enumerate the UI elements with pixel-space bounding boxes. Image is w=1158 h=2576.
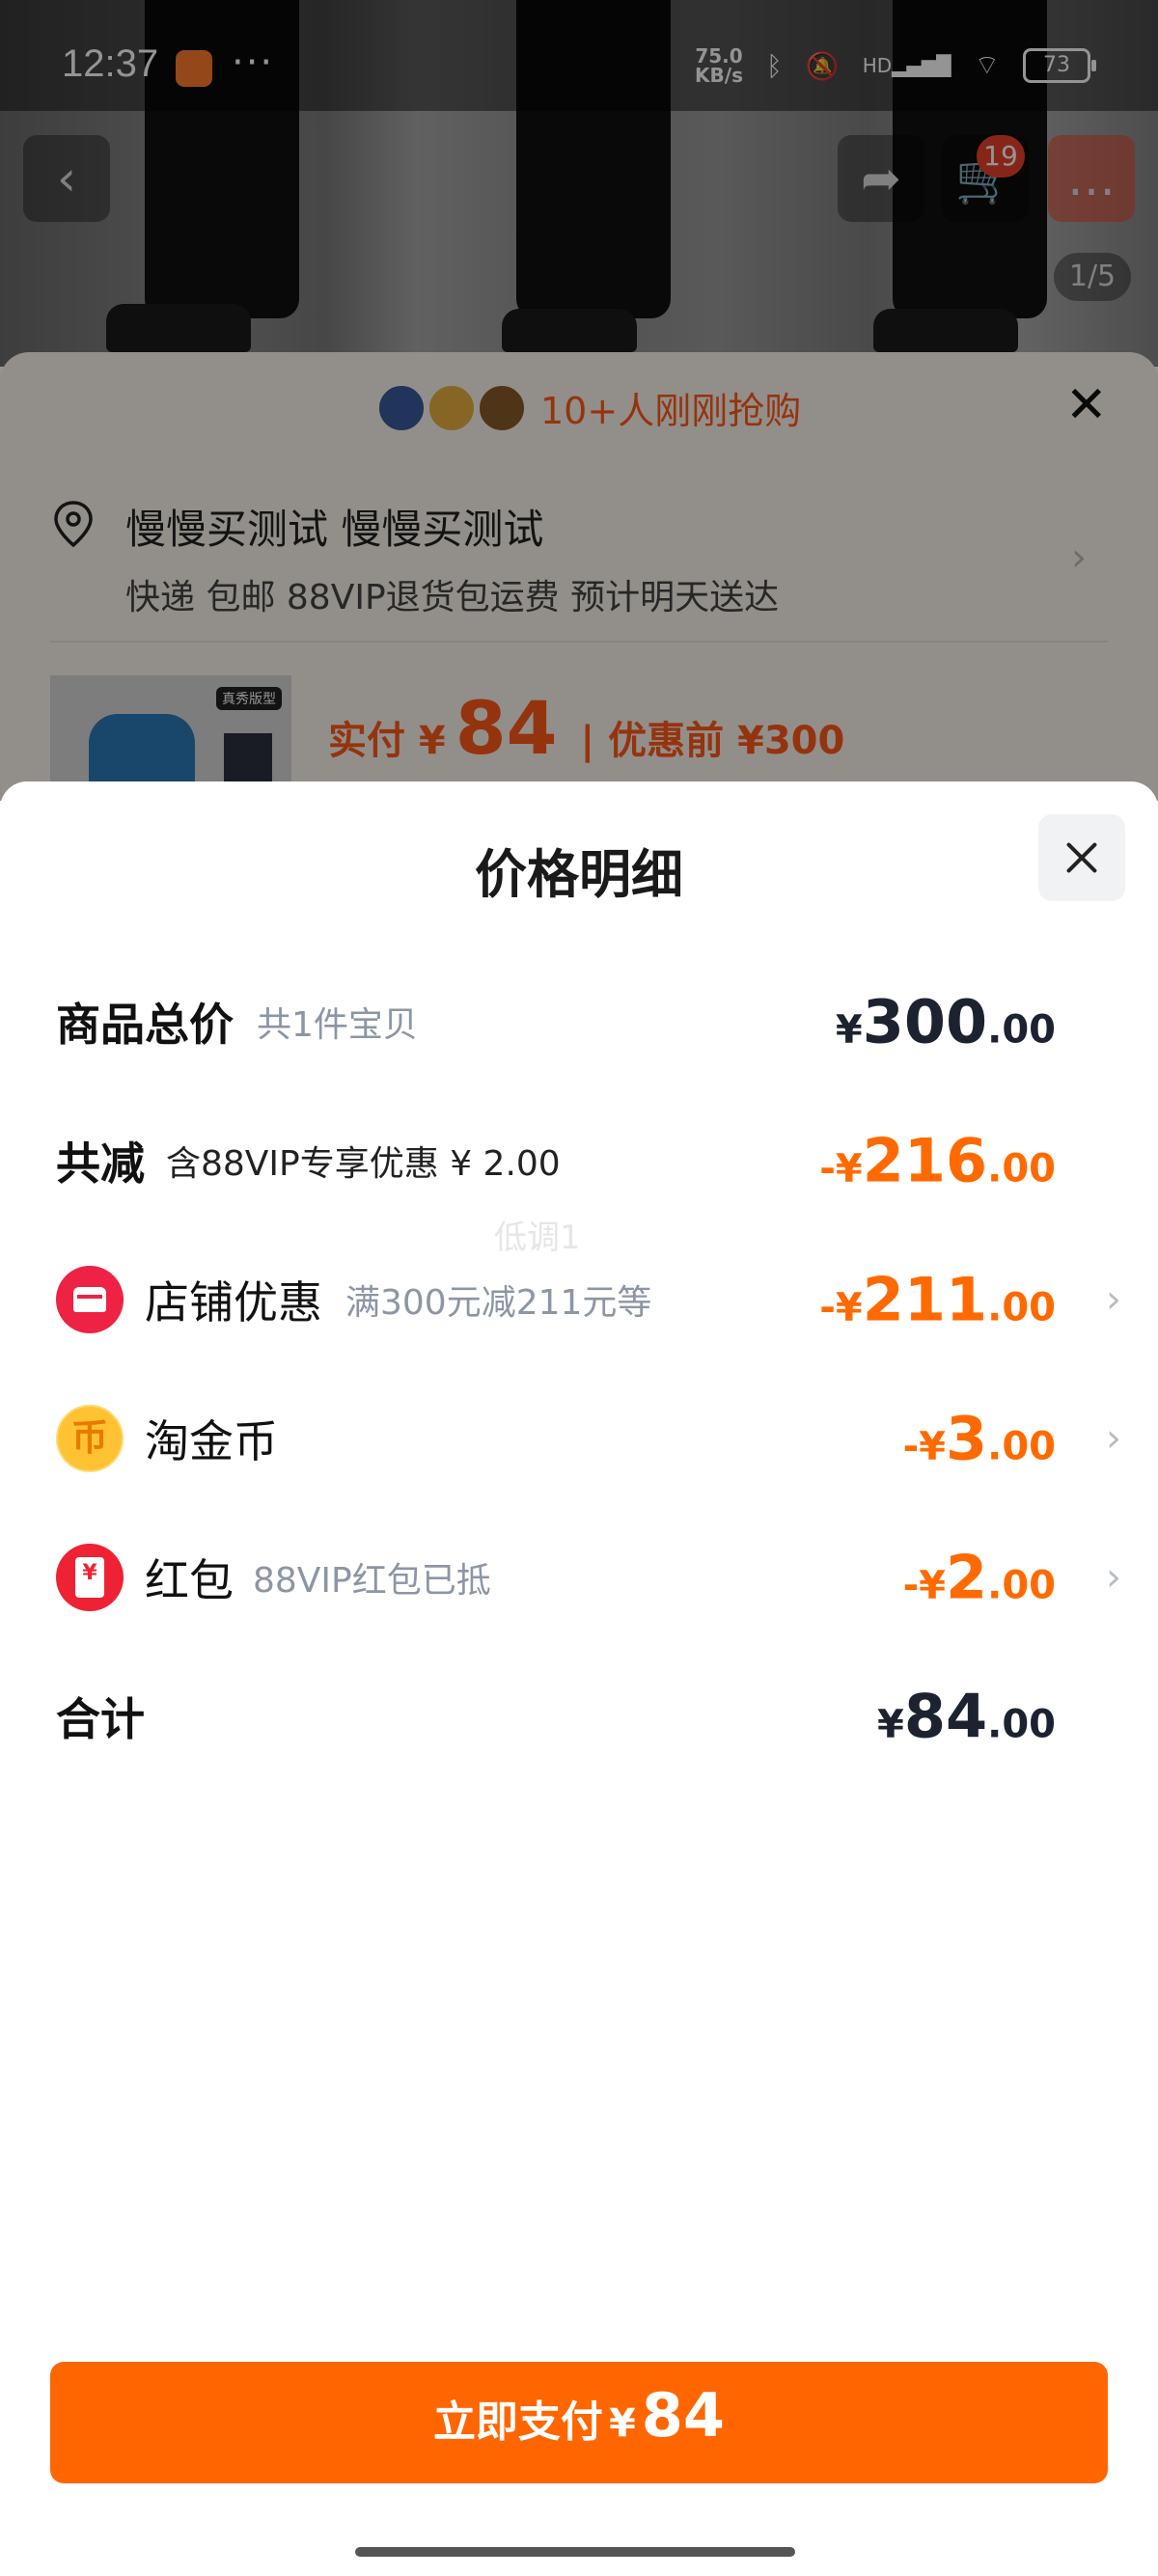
row-title: 红包	[145, 1554, 234, 1606]
close-button[interactable]	[1038, 814, 1125, 901]
row-subtitle: 共1件宝贝	[257, 1005, 418, 1045]
row-title: 店铺优惠	[145, 1276, 322, 1329]
watermark-text: 低调1	[494, 1219, 581, 1257]
shop-icon	[56, 1266, 124, 1333]
row-subtitle: 88VIP红包已抵	[253, 1561, 491, 1601]
row-amount: -¥211.00	[819, 1264, 1056, 1335]
row-amount: ¥84.00	[877, 1681, 1056, 1752]
row-title: 商品总价	[56, 999, 234, 1051]
home-indicator[interactable]	[355, 2547, 795, 2557]
row-red-packet[interactable]: 红包 88VIP红包已抵 -¥2.00 ›	[0, 1524, 1158, 1631]
row-title: 合计	[56, 1693, 145, 1745]
row-subtitle: 满300元减211元等	[345, 1283, 652, 1323]
row-shop-discount[interactable]: 店铺优惠 满300元减211元等 -¥211.00 ›	[0, 1247, 1158, 1353]
chevron-right-icon[interactable]: ›	[1106, 1277, 1121, 1322]
row-amount: -¥216.00	[819, 1125, 1056, 1196]
row-amount: -¥2.00	[902, 1542, 1056, 1613]
modal-overlay[interactable]	[0, 0, 1158, 801]
row-goods-total: 商品总价 共1件宝贝 ¥300.00	[0, 969, 1158, 1075]
row-amount: -¥3.00	[902, 1403, 1056, 1474]
row-total-discount: 共减 含88VIP专享优惠 ¥ 2.00 -¥216.00	[0, 1108, 1158, 1214]
chevron-right-icon[interactable]: ›	[1106, 1555, 1121, 1600]
row-subtitle: 含88VIP专享优惠 ¥ 2.00	[166, 1144, 561, 1184]
row-grand-total: 合计 ¥84.00	[0, 1663, 1158, 1769]
pay-now-button[interactable]: 立即支付 ¥ 84	[50, 2362, 1108, 2483]
row-title: 共减	[56, 1137, 145, 1190]
chevron-right-icon[interactable]: ›	[1106, 1416, 1121, 1461]
price-detail-sheet: 价格明细 商品总价 共1件宝贝 ¥300.00 共减 含88VIP专享优惠 ¥ …	[0, 781, 1158, 2576]
sheet-title: 价格明细	[475, 844, 683, 905]
coin-icon: 币	[56, 1405, 124, 1472]
row-title: 淘金币	[145, 1415, 278, 1467]
row-amount: ¥300.00	[835, 986, 1056, 1057]
row-taobao-coins[interactable]: 币 淘金币 -¥3.00 ›	[0, 1385, 1158, 1492]
red-packet-icon	[56, 1544, 124, 1611]
